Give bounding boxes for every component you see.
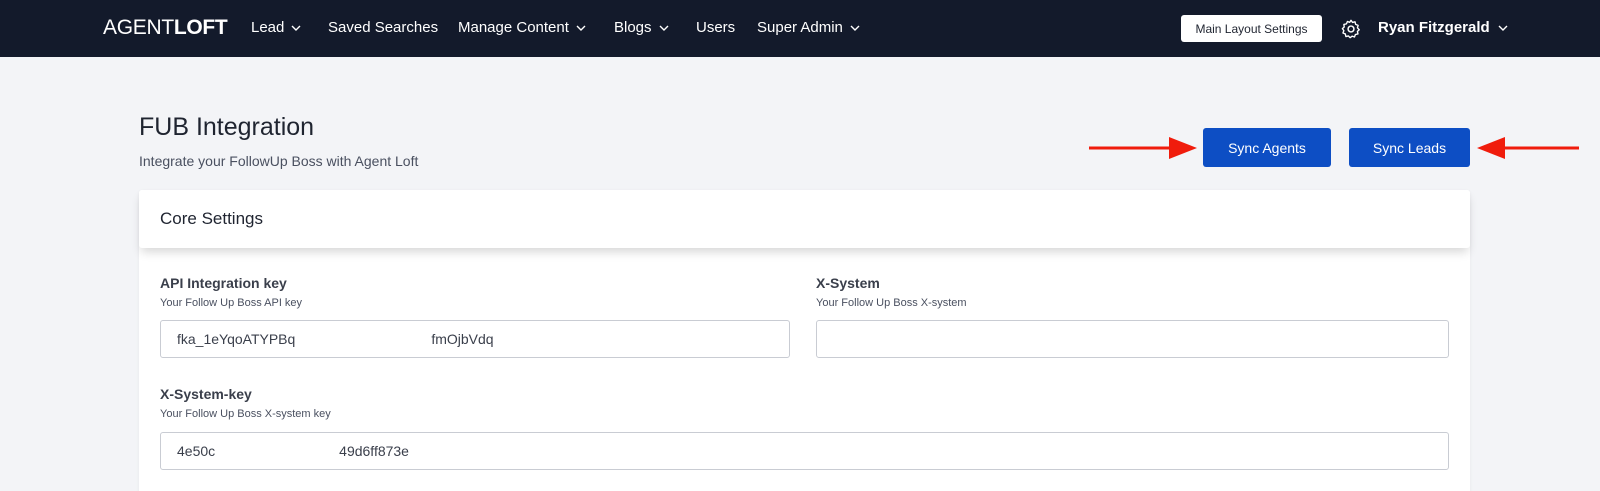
annotation-arrow-left-icon (1477, 137, 1579, 159)
chevron-down-icon (576, 25, 586, 31)
nav-saved-searches[interactable]: Saved Searches (328, 19, 438, 36)
card-title: Core Settings (160, 209, 263, 228)
nav-manage-content[interactable]: Manage Content (458, 19, 587, 36)
x-system-key-help: Your Follow Up Boss X-system key (160, 408, 331, 420)
chevron-down-icon (850, 25, 860, 31)
agentloft-logo[interactable]: AGENTLOFT (103, 16, 228, 40)
x-system-input[interactable] (816, 320, 1449, 358)
chevron-down-icon (291, 25, 301, 31)
card-header: Core Settings (139, 190, 1470, 248)
page-title: FUB Integration (139, 113, 315, 141)
gear-icon[interactable] (1340, 18, 1362, 40)
nav-users[interactable]: Users (696, 19, 735, 36)
x-system-key-input[interactable]: 4e50c 49d6ff873e (160, 432, 1449, 470)
chevron-down-icon (659, 25, 669, 31)
nav-blogs[interactable]: Blogs (614, 19, 670, 36)
top-navbar: AGENTLOFT Lead Saved Searches Manage Con… (0, 0, 1600, 57)
annotation-arrow-right-icon (1089, 137, 1197, 159)
sync-agents-button[interactable]: Sync Agents (1203, 128, 1331, 167)
api-key-help: Your Follow Up Boss API key (160, 297, 303, 309)
x-system-label: X-System (816, 275, 880, 291)
x-system-help: Your Follow Up Boss X-system (816, 297, 967, 309)
user-menu[interactable]: Ryan Fitzgerald (1378, 19, 1509, 36)
api-key-label: API Integration key (160, 275, 287, 291)
x-system-key-label: X-System-key (160, 386, 252, 402)
nav-super-admin[interactable]: Super Admin (757, 19, 861, 36)
chevron-down-icon (1498, 25, 1508, 31)
redacted-region (295, 321, 432, 357)
redacted-region (215, 433, 340, 469)
api-key-input[interactable]: fka_1eYqoATYPBq fmOjbVdq (160, 320, 790, 358)
main-layout-settings-button[interactable]: Main Layout Settings (1181, 15, 1322, 42)
sync-leads-button[interactable]: Sync Leads (1349, 128, 1470, 167)
nav-lead[interactable]: Lead (251, 19, 302, 36)
core-settings-card: Core Settings API Integration key Your F… (139, 190, 1470, 491)
page-subtitle: Integrate your FollowUp Boss with Agent … (139, 153, 419, 169)
